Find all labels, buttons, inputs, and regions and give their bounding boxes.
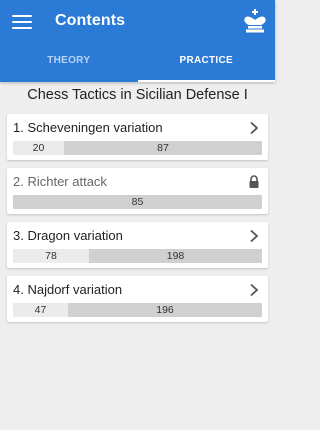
progress-bar: 78 198 [13,249,262,263]
list-item-label: 3. Dragon variation [13,228,123,243]
tab-bar: THEORY PRACTICE [0,44,276,82]
page-title: Contents [55,12,126,29]
progress-total-count: 87 [64,141,262,155]
progress-bar: 85 [13,195,262,209]
list-item-scheveningen[interactable]: 1. Scheveningen variation 20 87 [7,114,268,160]
hamburger-menu-icon[interactable] [12,13,32,31]
chevron-right-icon [250,121,259,135]
progress-solved-count: 47 [13,303,68,317]
progress-solved-count: 20 [13,141,64,155]
progress-total-count: 198 [89,249,262,263]
progress-bar: 20 87 [13,141,262,155]
progress-bar: 47 196 [13,303,262,317]
progress-total-count: 196 [68,303,262,317]
list-item-label: 4. Najdorf variation [13,282,123,297]
list-item-dragon[interactable]: 3. Dragon variation 78 198 [7,222,268,268]
progress-solved-count: 78 [13,249,89,263]
lock-icon [249,175,259,188]
section-heading: Chess Tactics in Sicilian Defense I [27,87,248,103]
app-bar: Contents THEORY PRACTICE [0,0,275,82]
list-item-label: 2. Richter attack [13,174,107,189]
chevron-right-icon [250,283,259,297]
list-item-richter[interactable]: 2. Richter attack 85 [7,168,268,214]
progress-total-count: 85 [13,195,262,209]
chevron-right-icon [250,229,259,243]
list-item-najdorf[interactable]: 4. Najdorf variation 47 196 [7,276,268,322]
list-item-label: 1. Scheveningen variation [13,120,163,135]
chess-king-logo-icon [244,9,266,33]
tab-theory[interactable]: THEORY [0,44,138,80]
tab-practice[interactable]: PRACTICE [137,44,276,82]
